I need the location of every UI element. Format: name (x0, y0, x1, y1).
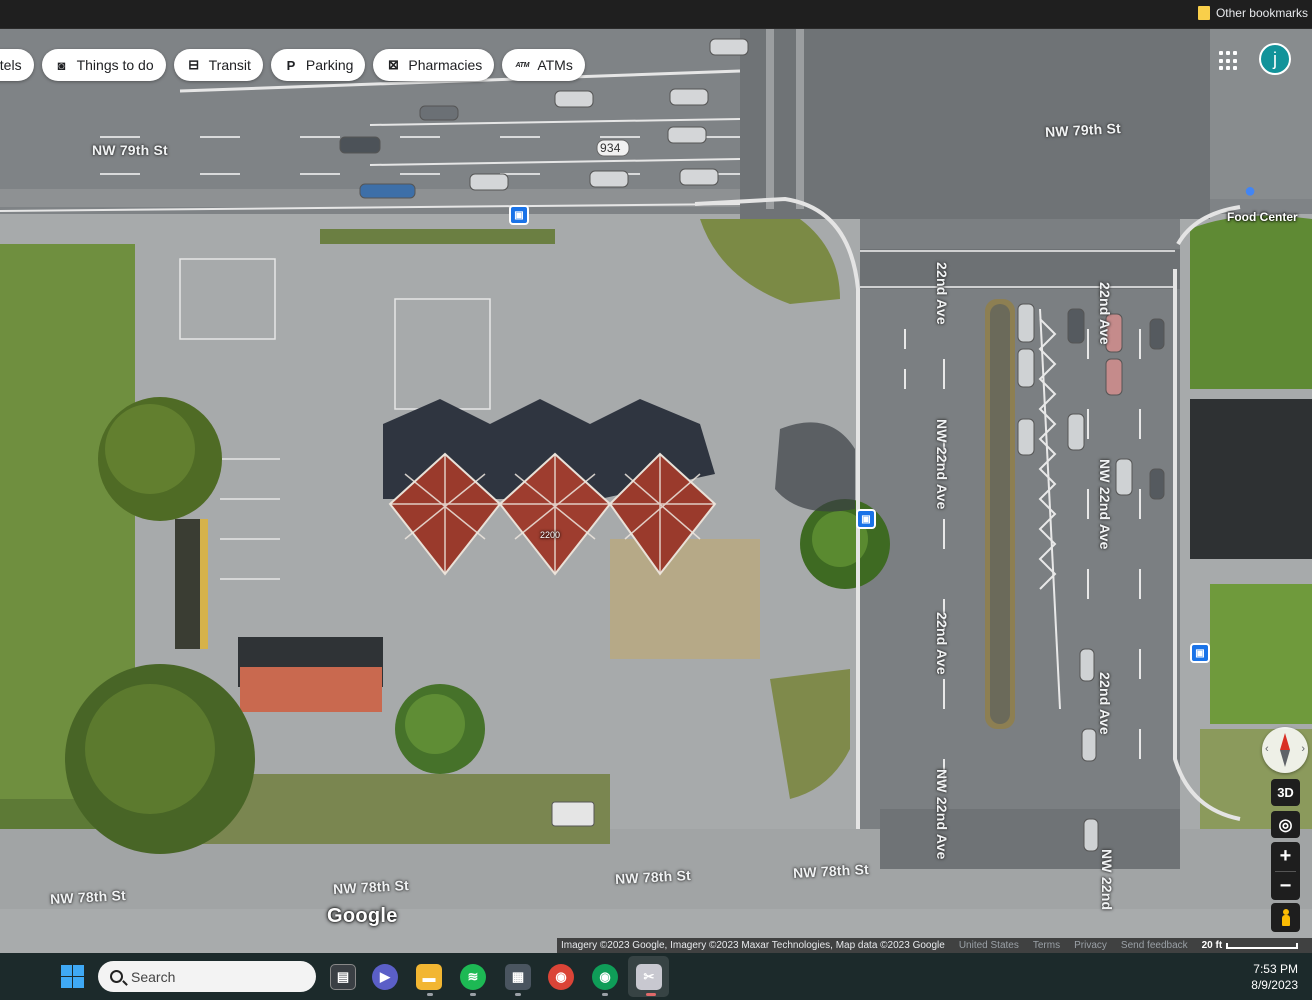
teams-chat-icon[interactable]: ▶ (372, 964, 398, 990)
chip-atms-label: ATMs (537, 57, 573, 73)
atm-icon: ATM (515, 61, 530, 69)
zoom-controls: + − (1271, 842, 1300, 900)
map-attribution-bar: Imagery ©2023 Google, Imagery ©2023 Maxa… (557, 938, 1312, 953)
compass-north-needle-icon (1280, 733, 1290, 750)
street-label-nw-22nd-ave: NW 22nd Ave (934, 419, 950, 510)
chip-pharmacies-label: Pharmacies (408, 57, 483, 73)
clock-time: 7:53 PM (1253, 962, 1298, 976)
aerial-imagery (0, 29, 1312, 953)
google-apps-icon[interactable] (1219, 51, 1239, 71)
route-934-shield: 934 (600, 141, 621, 155)
calculator-icon[interactable]: ▦ (505, 964, 531, 990)
bus-stop-icon[interactable]: ▣ (856, 509, 876, 529)
spotify-icon[interactable]: ≋ (460, 964, 486, 990)
chrome-icon[interactable]: ◉ (548, 964, 574, 990)
address-number-label: 2200 (540, 530, 561, 540)
chrome-profile-icon[interactable]: ◉ (592, 964, 618, 990)
send-feedback-link[interactable]: Send feedback (1121, 940, 1188, 951)
country-link[interactable]: United States (959, 940, 1019, 951)
parking-icon: P (286, 57, 296, 73)
privacy-link[interactable]: Privacy (1074, 940, 1107, 951)
folder-icon (1197, 6, 1210, 20)
chip-things-to-do-label: Things to do (76, 57, 154, 73)
rotate-left-icon[interactable]: ‹ (1265, 743, 1269, 755)
street-label-22nd-ave: 22nd Ave (934, 612, 950, 675)
food-center-pin-icon[interactable]: ● (1240, 180, 1260, 202)
chip-things-to-do[interactable]: ◙ Things to do (41, 49, 166, 81)
bus-stop-icon[interactable]: ▣ (509, 205, 529, 225)
terms-link[interactable]: Terms (1033, 940, 1060, 951)
street-label-nw-79th-st: NW 79th St (92, 142, 168, 158)
taskbar-search-placeholder: Search (131, 968, 176, 985)
poi-label-food-center[interactable]: Food Center (1227, 210, 1298, 224)
bookmarks-bar: Other bookmarks (0, 0, 1312, 29)
bus-stop-icon[interactable]: ▣ (1190, 643, 1210, 663)
chip-hotels-label: otels (0, 57, 22, 73)
compass-control[interactable]: ‹ › (1262, 727, 1308, 773)
search-icon (110, 970, 123, 983)
taskbar-search[interactable]: Search (98, 961, 316, 992)
street-label-22nd-ave: 22nd Ave (1097, 282, 1113, 345)
compass-south-needle-icon (1280, 750, 1290, 767)
scale-bar[interactable]: 20 ft (1202, 940, 1299, 951)
street-label-nw-22nd-ave: NW 22nd Ave (1097, 459, 1113, 550)
windows-start-icon[interactable] (61, 965, 84, 988)
street-view-pegman-icon[interactable] (1271, 903, 1300, 932)
system-clock[interactable]: 7:53 PM 8/9/2023 (1230, 961, 1298, 993)
scale-label: 20 ft (1201, 940, 1223, 951)
chip-transit[interactable]: ⊟ Transit (173, 49, 263, 81)
account-avatar[interactable]: j (1259, 43, 1291, 75)
transit-icon: ⊟ (188, 57, 200, 72)
chip-hotels[interactable]: otels (0, 49, 34, 81)
chip-parking[interactable]: P Parking (270, 49, 366, 81)
satellite-map[interactable]: otels ◙ Things to do ⊟ Transit P Parking… (0, 29, 1312, 953)
rotate-right-icon[interactable]: › (1301, 743, 1305, 755)
zoom-in-button[interactable]: + (1271, 842, 1300, 871)
file-explorer-icon[interactable]: ▬ (416, 964, 442, 990)
my-location-icon: ◎ (1278, 816, 1293, 834)
chip-transit-label: Transit (208, 57, 251, 73)
chip-parking-label: Parking (305, 57, 354, 73)
my-location-button[interactable]: ◎ (1271, 811, 1300, 838)
other-bookmarks[interactable]: Other bookmarks (1197, 3, 1308, 23)
task-view-icon[interactable]: ▤ (330, 964, 356, 990)
3d-toggle-button[interactable]: 3D (1271, 779, 1300, 806)
street-label-22nd-ave: 22nd Ave (934, 262, 950, 325)
chip-pharmacies[interactable]: ⊠ Pharmacies (373, 49, 495, 81)
other-bookmarks-label: Other bookmarks (1215, 6, 1308, 20)
chip-atms[interactable]: ATM ATMs (502, 49, 585, 81)
category-chips: otels ◙ Things to do ⊟ Transit P Parking… (0, 49, 585, 81)
imagery-credit: Imagery ©2023 Google, Imagery ©2023 Maxa… (561, 940, 945, 951)
street-label-nw-22nd: NW 22nd (1099, 849, 1115, 911)
camera-icon: ◙ (57, 57, 66, 73)
clock-date: 8/9/2023 (1251, 978, 1298, 992)
street-label-22nd-ave: 22nd Ave (1097, 672, 1113, 735)
snipping-tool-icon[interactable]: ✂ (636, 964, 662, 990)
google-logo: Google (327, 905, 398, 927)
zoom-out-button[interactable]: − (1271, 872, 1300, 901)
street-label-nw-22nd-ave: NW 22nd Ave (934, 769, 950, 860)
windows-taskbar: Search ▤ ▶ ▬ ≋ ▦ ◉ ◉ ✂ 7:53 PM 8/9/2023 (0, 953, 1312, 1000)
scale-bar-line (1226, 942, 1299, 949)
pharmacy-icon: ⊠ (387, 57, 399, 72)
